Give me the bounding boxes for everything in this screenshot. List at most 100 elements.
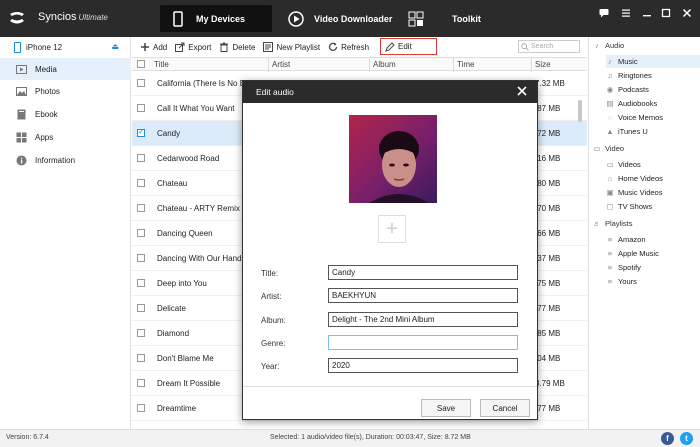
sidebar-item-home-videos[interactable]: ⌂ Home Videos xyxy=(606,172,700,185)
item-label: iTunes U xyxy=(618,127,648,136)
tab-video-downloader-label: Video Downloader xyxy=(314,13,393,24)
close-icon[interactable] xyxy=(680,6,694,20)
right-sidebar: ♪ Audio ♪ Music ♫ Ringtones ◉ Podcasts ▤ Aud… xyxy=(588,37,700,429)
sidebar-item-apple-music[interactable]: ≡ Apple Music xyxy=(606,247,700,260)
sidebar-item-music-videos[interactable]: ▣ Music Videos xyxy=(606,186,700,199)
refresh-button[interactable]: Refresh xyxy=(324,39,373,55)
sidebar-item-ringtones[interactable]: ♫ Ringtones xyxy=(606,69,700,82)
menu-icon[interactable] xyxy=(619,6,633,20)
row-checkbox[interactable] xyxy=(137,229,145,237)
eject-icon[interactable]: ⏏ xyxy=(111,42,119,51)
title-field[interactable] xyxy=(328,265,518,280)
row-title: Diamond xyxy=(157,329,190,338)
artist-field[interactable] xyxy=(328,288,518,303)
maximize-icon[interactable] xyxy=(659,6,673,20)
edit-label: Edit xyxy=(398,42,412,51)
app-name-text: Syncios xyxy=(38,11,77,23)
artist-label: Artist: xyxy=(261,292,282,301)
column-album[interactable]: Album xyxy=(373,60,396,69)
export-button[interactable]: Export xyxy=(171,39,215,55)
add-button[interactable]: Add xyxy=(136,39,171,55)
table-header: Title Artist Album Time Size xyxy=(132,57,587,72)
cancel-button[interactable]: Cancel xyxy=(480,399,530,417)
sidebar-item-ebook[interactable]: Ebook xyxy=(0,103,131,125)
grid-icon xyxy=(408,10,424,28)
tab-my-devices[interactable]: My Devices xyxy=(160,5,272,32)
sidebar-item-label: Information xyxy=(35,155,76,165)
bell-icon: ♫ xyxy=(607,71,613,80)
genre-field[interactable] xyxy=(328,335,518,350)
row-checkbox[interactable] xyxy=(137,79,145,87)
column-title[interactable]: Title xyxy=(154,60,169,69)
new-playlist-button[interactable]: New Playlist xyxy=(259,39,324,55)
row-checkbox[interactable] xyxy=(137,154,145,162)
device-selector[interactable]: iPhone 12 ⏏ xyxy=(0,37,131,57)
title-bar: Syncios Ultimate My Devices Video Downloa… xyxy=(0,0,700,37)
facebook-icon[interactable]: f xyxy=(661,432,674,445)
dialog-close-icon[interactable] xyxy=(515,84,529,98)
sidebar-item-voice-memos[interactable]: ◌ Voice Memos xyxy=(606,111,700,124)
sidebar-item-audiobooks[interactable]: ▤ Audiobooks xyxy=(606,97,700,110)
sidebar-item-amazon[interactable]: ≡ Amazon xyxy=(606,233,700,246)
save-button[interactable]: Save xyxy=(421,399,471,417)
refresh-label: Refresh xyxy=(341,42,370,52)
sidebar-item-itunes-u[interactable]: ▲ iTunes U xyxy=(606,125,700,138)
sidebar-item-podcasts[interactable]: ◉ Podcasts xyxy=(606,83,700,96)
sidebar-item-yours[interactable]: ≡ Yours xyxy=(606,275,700,288)
row-checkbox[interactable] xyxy=(137,104,145,112)
tab-toolkit[interactable]: Toolkit xyxy=(398,5,488,32)
year-field[interactable] xyxy=(328,358,518,373)
select-all-checkbox[interactable] xyxy=(137,60,145,68)
tab-toolkit-label: Toolkit xyxy=(452,13,481,24)
edit-button[interactable]: Edit xyxy=(380,38,437,55)
album-field[interactable] xyxy=(328,312,518,327)
row-checkbox[interactable] xyxy=(137,254,145,262)
row-checkbox[interactable] xyxy=(137,304,145,312)
table-scrollbar[interactable] xyxy=(578,100,582,122)
tv-icon: ▢ xyxy=(606,202,614,211)
sidebar-item-spotify[interactable]: ≡ Spotify xyxy=(606,261,700,274)
chat-icon[interactable] xyxy=(597,6,611,20)
add-artwork-button[interactable]: + xyxy=(378,215,406,243)
item-label: Music xyxy=(618,57,638,66)
item-label: Yours xyxy=(618,277,637,286)
item-label: Voice Memos xyxy=(618,113,664,122)
play-circle-icon xyxy=(288,10,304,28)
audio-header: ♪ Audio xyxy=(593,41,624,50)
row-checkbox[interactable] xyxy=(137,354,145,362)
tab-video-downloader[interactable]: Video Downloader xyxy=(278,5,396,32)
column-artist[interactable]: Artist xyxy=(272,60,290,69)
genre-label: Genre: xyxy=(261,339,286,348)
sidebar-item-apps[interactable]: Apps xyxy=(0,126,131,148)
row-checkbox[interactable] xyxy=(137,379,145,387)
iphone-icon xyxy=(14,41,21,53)
plus-icon xyxy=(140,42,150,52)
new-playlist-label: New Playlist xyxy=(276,42,321,52)
row-title: Candy xyxy=(157,129,181,138)
row-checkbox[interactable] xyxy=(137,204,145,212)
sidebar-item-information[interactable]: Information xyxy=(0,149,131,171)
row-checkbox[interactable] xyxy=(137,127,145,137)
sidebar-item-music[interactable]: ♪ Music xyxy=(606,55,700,68)
minimize-icon[interactable] xyxy=(640,6,654,20)
list-icon: ≡ xyxy=(607,277,613,286)
playlist-icon xyxy=(263,42,274,52)
column-divider xyxy=(268,58,269,72)
delete-button[interactable]: Delete xyxy=(215,39,259,55)
item-label: Apple Music xyxy=(618,249,659,258)
sidebar-item-videos[interactable]: ▭ Videos xyxy=(606,158,700,171)
sidebar-item-media[interactable]: Media xyxy=(0,58,131,80)
twitter-icon[interactable]: t xyxy=(680,432,693,445)
row-checkbox[interactable] xyxy=(137,329,145,337)
sidebar-item-label: Photos xyxy=(35,86,60,96)
row-checkbox[interactable] xyxy=(137,179,145,187)
column-size[interactable]: Size xyxy=(535,60,551,69)
column-time[interactable]: Time xyxy=(457,60,474,69)
search-input[interactable]: Search xyxy=(518,40,580,53)
toolbar: Add Export Delete New Playlist Refresh E… xyxy=(132,37,587,57)
row-checkbox[interactable] xyxy=(137,404,145,412)
sidebar-item-tv-shows[interactable]: ▢ TV Shows xyxy=(606,200,700,213)
row-checkbox[interactable] xyxy=(137,279,145,287)
row-title: Dancing With Our Hands Tied xyxy=(157,254,243,263)
sidebar-item-photos[interactable]: Photos xyxy=(0,80,131,102)
